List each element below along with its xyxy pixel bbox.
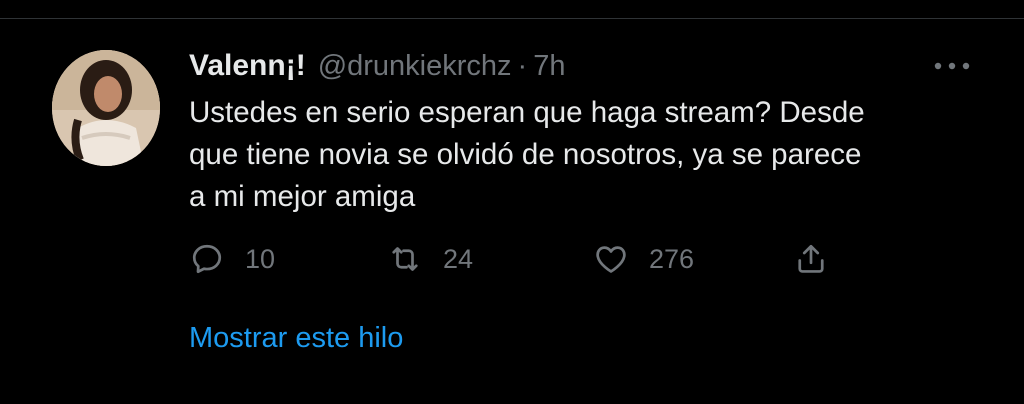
like-button[interactable]: 276 — [593, 236, 694, 282]
reply-count: 10 — [245, 243, 276, 274]
share-button[interactable] — [793, 236, 829, 282]
retweet-count: 24 — [443, 243, 474, 274]
timestamp[interactable]: 7h — [533, 50, 565, 83]
tweet-text: Ustedes en serio esperan que haga stream… — [189, 92, 989, 218]
share-icon — [798, 244, 824, 273]
tweet-header: Valenn¡! @drunkiekrchz · 7h — [189, 46, 565, 86]
separator-dot: · — [517, 49, 528, 82]
avatar-photo — [52, 50, 160, 166]
tweet-text-line: que tiene novia se olvidó de nosotros, y… — [189, 138, 862, 171]
avatar[interactable] — [52, 50, 160, 166]
reply-icon — [192, 244, 222, 274]
show-thread-link[interactable]: Mostrar este hilo — [189, 322, 403, 355]
heart-icon — [596, 246, 626, 273]
retweet-button[interactable]: 24 — [387, 236, 473, 282]
tweet-text-line: a mi mejor amiga — [189, 180, 416, 213]
display-name[interactable]: Valenn¡! — [189, 49, 306, 83]
more-options-icon[interactable] — [930, 58, 974, 74]
top-divider — [0, 18, 1024, 19]
user-handle[interactable]: @drunkiekrchz — [318, 50, 512, 83]
like-count: 276 — [649, 243, 695, 274]
reply-button[interactable]: 10 — [189, 236, 275, 282]
tweet-text-line: Ustedes en serio esperan que haga stream… — [189, 96, 865, 129]
retweet-icon — [392, 247, 418, 271]
action-bar: 10 24 276 — [189, 236, 849, 282]
